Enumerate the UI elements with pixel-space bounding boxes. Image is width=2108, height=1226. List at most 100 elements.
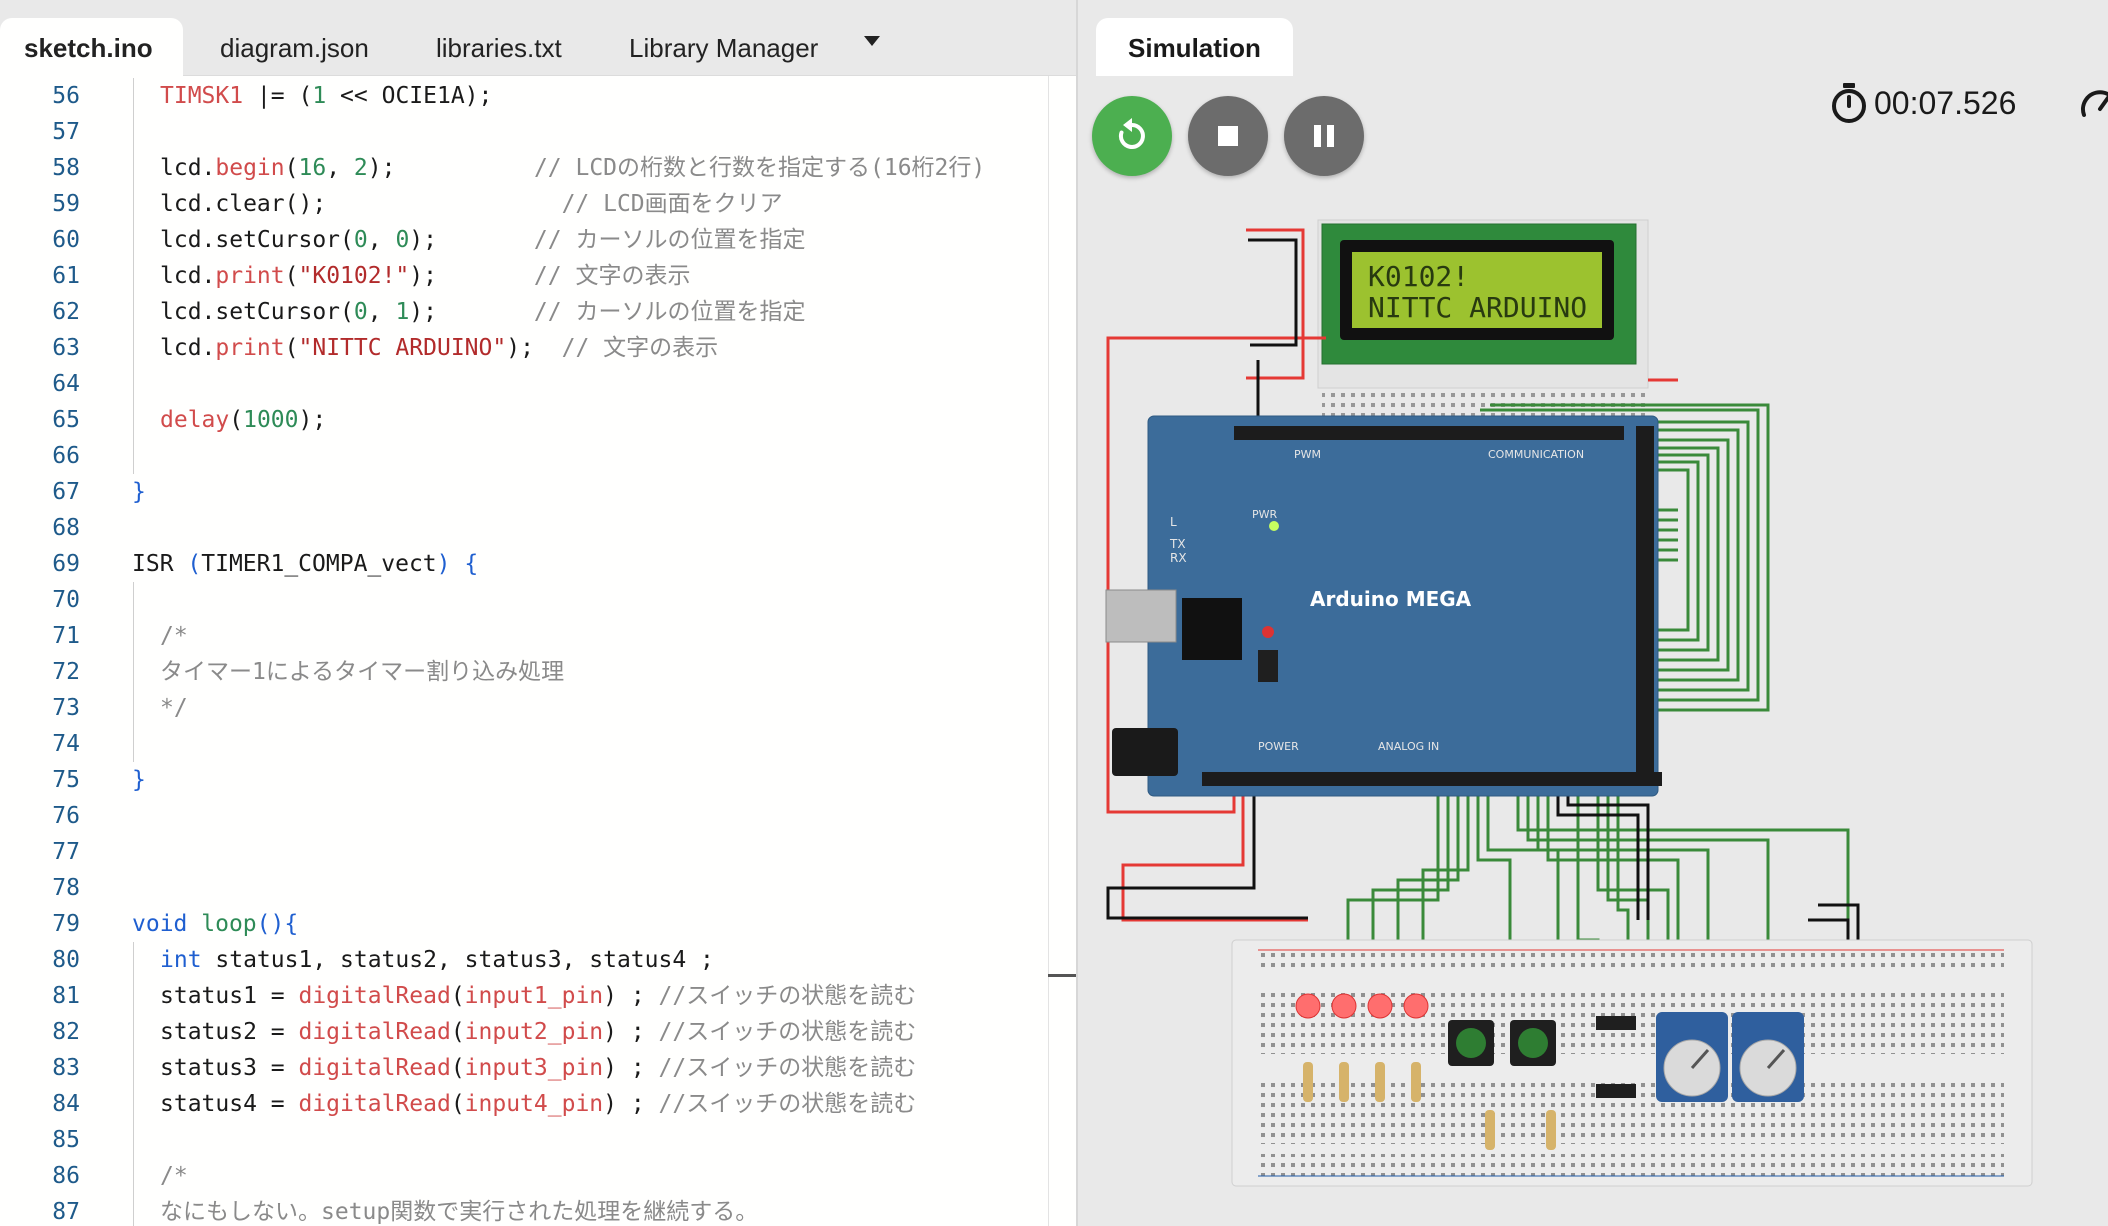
code-line[interactable]: 69 ISR (TIMER1_COMPA_vect) { [0, 546, 1048, 582]
slide-switch-2[interactable] [1596, 1084, 1636, 1098]
digital-header [1234, 426, 1624, 440]
code-token: delay [160, 407, 230, 433]
code-line[interactable]: 63 lcd.print("NITTC ARDUINO"); // 文字の表示 [0, 330, 1048, 366]
indent-guide [133, 258, 134, 294]
code-line[interactable]: 57 [0, 114, 1048, 150]
tab-simulation[interactable]: Simulation [1096, 18, 1293, 76]
code-text: lcd.print("K0102!"); // 文字の表示 [160, 258, 690, 294]
line-number: 82 [52, 1019, 80, 1045]
editor-scrollbar[interactable] [1048, 76, 1076, 1226]
pwm-label: PWM [1294, 448, 1321, 461]
code-line[interactable]: 68 [0, 510, 1048, 546]
tab-diagram-json[interactable]: diagram.json [220, 18, 369, 76]
line-number: 71 [52, 623, 80, 649]
code-line[interactable]: 59 lcd.clear(); // LCD画面をクリア [0, 186, 1048, 222]
power-led [1269, 521, 1279, 531]
code-line[interactable]: 74 [0, 726, 1048, 762]
push-button-2-cap[interactable] [1518, 1028, 1548, 1058]
code-token: lcd. [160, 335, 216, 361]
code-token: lcd.setCursor( [160, 227, 354, 253]
code-token: // 文字の表示 [436, 263, 691, 289]
code-line[interactable]: 83 status3 = digitalRead(input3_pin) ; //… [0, 1050, 1048, 1086]
code-line[interactable]: 80 int status1, status2, status3, status4… [0, 942, 1048, 978]
reset-button[interactable] [1258, 650, 1278, 682]
tab-library-manager[interactable]: Library Manager [629, 18, 818, 76]
code-line[interactable]: 56 TIMSK1 |= (1 << OCIE1A); [0, 78, 1048, 114]
push-button-1-cap[interactable] [1456, 1028, 1486, 1058]
code-line[interactable]: 76 [0, 798, 1048, 834]
pin-tx-label: TX [1169, 537, 1186, 551]
code-line[interactable]: 61 lcd.print("K0102!"); // 文字の表示 [0, 258, 1048, 294]
code-line[interactable]: 67} [0, 474, 1048, 510]
code-line[interactable]: 60 lcd.setCursor(0, 0); // カーソルの位置を指定 [0, 222, 1048, 258]
code-token: ( [284, 155, 299, 181]
tab-dropdown-icon[interactable] [864, 36, 880, 46]
led-2[interactable] [1331, 993, 1357, 1019]
simulation-speed: 9 [2078, 78, 2108, 128]
code-line[interactable]: 72 タイマー1によるタイマー割り込み処理 [0, 654, 1048, 690]
code-line[interactable]: 82 status2 = digitalRead(input2_pin) ; //… [0, 1014, 1048, 1050]
code-line[interactable]: 64 [0, 366, 1048, 402]
breadboard[interactable] [1231, 939, 2033, 1187]
code-token: , [367, 299, 396, 325]
code-line[interactable]: 70 [0, 582, 1048, 618]
code-text: lcd.setCursor(0, 0); // カーソルの位置を指定 [160, 222, 805, 258]
code-token: ); [409, 263, 437, 289]
editor-scrollbar-thumb[interactable] [1048, 974, 1076, 977]
indent-guide [133, 618, 134, 654]
code-line[interactable]: 73 */ [0, 690, 1048, 726]
code-token: // LCDの桁数と行数を指定する(16桁2行) [533, 155, 986, 181]
pause-simulation-button[interactable] [1284, 96, 1364, 176]
line-number: 72 [52, 659, 80, 685]
code-line[interactable]: 62 lcd.setCursor(0, 1); // カーソルの位置を指定 [0, 294, 1048, 330]
code-line[interactable]: 65 delay(1000); [0, 402, 1048, 438]
led-1[interactable] [1295, 993, 1321, 1019]
code-token: 16 [298, 155, 327, 181]
code-token: ( [450, 1019, 465, 1045]
code-line[interactable]: 87 なにもしない。setup関数で実行された処理を継続する。 [0, 1194, 1048, 1226]
indent-guide [133, 438, 134, 474]
code-line[interactable]: 66 [0, 438, 1048, 474]
code-token: digitalRead [298, 1091, 451, 1117]
pin-l-label: L [1170, 515, 1177, 529]
led-4[interactable] [1403, 993, 1429, 1019]
slide-switch-1[interactable] [1596, 1016, 1636, 1030]
code-token: ); [409, 227, 437, 253]
code-line[interactable]: 81 status1 = digitalRead(input1_pin) ; //… [0, 978, 1048, 1014]
code-line[interactable]: 71 /* [0, 618, 1048, 654]
code-line[interactable]: 58 lcd.begin(16, 2); // LCDの桁数と行数を指定する(16… [0, 150, 1048, 186]
line-number: 76 [52, 803, 80, 829]
code-line[interactable]: 78 [0, 870, 1048, 906]
code-token: ) ; [603, 1019, 659, 1045]
led-3[interactable] [1367, 993, 1393, 1019]
tab-libraries-txt[interactable]: libraries.txt [436, 18, 562, 76]
code-token: << OCIE1A); [326, 83, 493, 109]
circuit-diagram[interactable]: K0102! NITTC ARDUINO L TX RX PWR Arduino… [1078, 200, 2108, 1226]
indent-guide [133, 726, 134, 762]
line-number: 79 [52, 911, 80, 937]
board-label: Arduino MEGA [1310, 587, 1472, 611]
code-line[interactable]: 86 /* [0, 1158, 1048, 1194]
power-label: POWER [1258, 740, 1299, 753]
code-token: ) ; [603, 1055, 659, 1081]
code-area[interactable]: 56 TIMSK1 |= (1 << OCIE1A); 57 58 lcd.begin(… [0, 76, 1048, 1226]
code-line[interactable]: 75} [0, 762, 1048, 798]
reset-button-cap[interactable] [1262, 626, 1274, 638]
restart-simulation-button[interactable] [1092, 96, 1172, 176]
stop-simulation-button[interactable] [1188, 96, 1268, 176]
code-token: lcd.setCursor( [160, 299, 354, 325]
usb-port [1105, 589, 1177, 643]
arduino-mega-board[interactable]: L TX RX PWR Arduino MEGA PWM COMMUNICATI… [1105, 415, 1662, 797]
lcd-line-2: NITTC ARDUINO [1368, 291, 1587, 324]
code-token: } [132, 479, 146, 505]
code-line[interactable]: 79 void loop(){ [0, 906, 1048, 942]
code-line[interactable]: 77 [0, 834, 1048, 870]
speedometer-icon [2081, 90, 2108, 117]
code-text: lcd.clear(); // LCD画面をクリア [160, 186, 783, 222]
tab-sketch-ino[interactable]: sketch.ino [0, 18, 183, 76]
code-line[interactable]: 84 status4 = digitalRead(input4_pin) ; //… [0, 1086, 1048, 1122]
line-number: 62 [52, 299, 80, 325]
file-tab-bar: sketch.ino diagram.json libraries.txt Li… [0, 0, 1076, 76]
code-line[interactable]: 85 [0, 1122, 1048, 1158]
